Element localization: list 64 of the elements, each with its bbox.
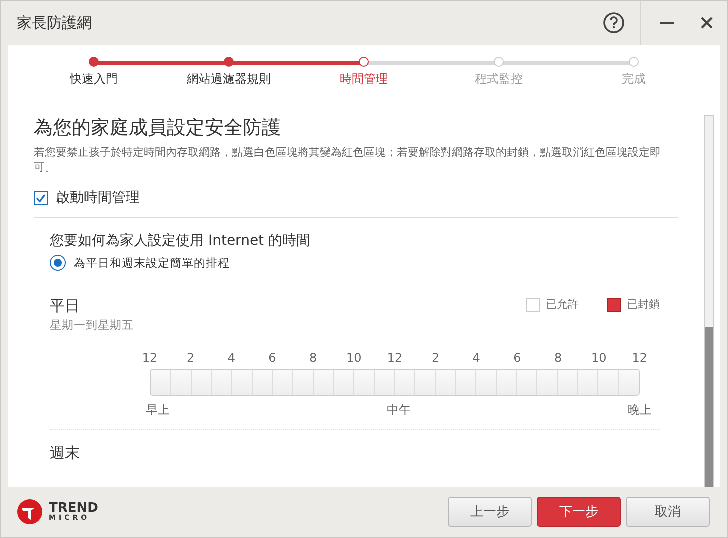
- step-label: 時間管理: [340, 71, 388, 88]
- period-label: 晚上: [628, 402, 652, 419]
- period-label: 早上: [146, 402, 170, 419]
- time-slot[interactable]: [212, 370, 232, 395]
- time-slot[interactable]: [192, 370, 212, 395]
- logo-text: TREND: [49, 502, 98, 515]
- logo-icon: [17, 499, 43, 525]
- radio-label: 為平日和週末設定簡單的排程: [74, 256, 230, 270]
- hour-label: 4: [226, 351, 236, 365]
- section-title: 平日: [50, 297, 81, 316]
- wizard-button[interactable]: 取消: [626, 497, 710, 527]
- wizard-button[interactable]: 上一步: [448, 497, 532, 527]
- time-slot[interactable]: [334, 370, 354, 395]
- time-slot[interactable]: [354, 370, 375, 395]
- step-label: 快速入門: [70, 71, 118, 88]
- hour-label: 12: [631, 351, 649, 365]
- step-label: 網站過濾器規則: [187, 71, 271, 88]
- hour-label: 6: [268, 351, 278, 365]
- checkbox-label: 啟動時間管理: [56, 189, 140, 207]
- time-slot[interactable]: [618, 370, 639, 395]
- time-slot[interactable]: [314, 370, 334, 395]
- step-label: 程式監控: [475, 71, 523, 88]
- time-slot[interactable]: [558, 370, 578, 395]
- hour-label: 2: [186, 351, 196, 365]
- legend-label: 已封鎖: [627, 297, 660, 312]
- hour-label: 12: [141, 351, 159, 365]
- time-slot[interactable]: [537, 370, 558, 395]
- step-label: 完成: [622, 71, 646, 88]
- radio-button[interactable]: [50, 255, 66, 271]
- time-slot[interactable]: [476, 370, 497, 395]
- time-slot[interactable]: [171, 370, 192, 395]
- time-slot[interactable]: [415, 370, 436, 395]
- time-slot[interactable]: [517, 370, 538, 395]
- time-slot[interactable]: [232, 370, 253, 395]
- period-label: 中午: [387, 402, 411, 419]
- time-slot[interactable]: [374, 370, 395, 395]
- section-title: 週末: [50, 444, 81, 463]
- next-button[interactable]: 下一步: [537, 497, 621, 527]
- section-subtitle: 星期一到星期五: [50, 318, 134, 333]
- hour-label: 8: [553, 351, 564, 365]
- time-slot[interactable]: [273, 370, 294, 395]
- time-slot[interactable]: [252, 370, 273, 395]
- time-slot[interactable]: [598, 370, 619, 395]
- time-slot[interactable]: [496, 370, 517, 395]
- time-slot[interactable]: [436, 370, 456, 395]
- scrollbar[interactable]: [704, 115, 714, 487]
- hour-label: 8: [308, 351, 318, 365]
- page-heading: 為您的家庭成員設定安全防護: [34, 116, 282, 141]
- time-slot[interactable]: [395, 370, 416, 395]
- hour-label: 10: [590, 351, 608, 365]
- enable-checkbox[interactable]: [34, 191, 48, 205]
- window-title: 家長防護網: [17, 14, 93, 32]
- hour-label: 6: [512, 351, 522, 365]
- hour-label: 2: [430, 351, 441, 365]
- description-text: 若您要禁止孩子於特定時間內存取網路，點選白色區塊將其變為紅色區塊；若要解除對網路存取的封鎖，點選取消紅色區塊設定即可。: [34, 145, 662, 175]
- time-slot[interactable]: [293, 370, 314, 395]
- time-slot[interactable]: [578, 370, 598, 395]
- time-slot[interactable]: [151, 370, 172, 395]
- hour-label: 4: [472, 351, 482, 365]
- time-slot[interactable]: [456, 370, 476, 395]
- hour-label: 12: [386, 351, 404, 365]
- legend-label: 已允許: [546, 297, 579, 312]
- question-text: 您要如何為家人設定使用 Internet 的時間: [50, 232, 312, 250]
- hour-label: 10: [346, 351, 363, 365]
